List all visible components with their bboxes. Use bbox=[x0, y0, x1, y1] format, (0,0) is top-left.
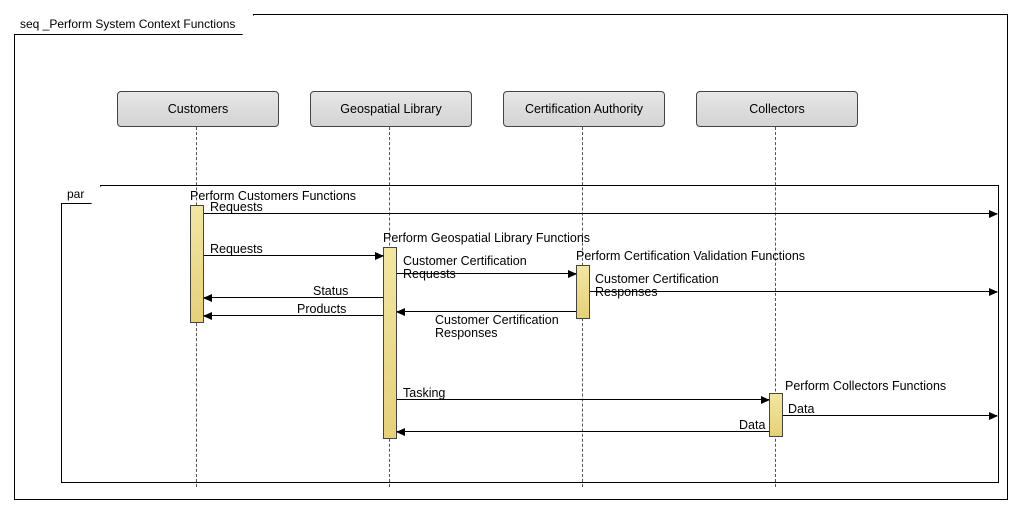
msg-label-cert-requests-1: Customer Certification bbox=[403, 254, 527, 268]
seq-frame-title: seq _Perform System Context Functions bbox=[14, 14, 254, 35]
activation-label-collectors: Perform Collectors Functions bbox=[785, 379, 946, 393]
msg-tasking bbox=[397, 399, 769, 400]
msg-label-requests-found: Requests bbox=[210, 200, 263, 214]
participant-geospatial-library: Geospatial Library bbox=[310, 91, 472, 127]
msg-label-requests-cust-geo: Requests bbox=[210, 242, 263, 256]
msg-label-cert-responses-out-2: Responses bbox=[595, 285, 658, 299]
msg-data-back bbox=[397, 431, 769, 432]
msg-cert-responses-back bbox=[397, 311, 576, 312]
msg-products bbox=[204, 315, 383, 316]
participant-customers: Customers bbox=[117, 91, 279, 127]
msg-label-cert-requests-2: Requests bbox=[403, 267, 456, 281]
msg-status bbox=[204, 297, 383, 298]
activation-customers bbox=[190, 205, 204, 323]
sequence-diagram-canvas: seq _Perform System Context Functions Cu… bbox=[0, 0, 1026, 515]
activation-geospatial-library bbox=[383, 247, 397, 439]
participant-certification-authority: Certification Authority bbox=[503, 91, 665, 127]
msg-label-products: Products bbox=[297, 302, 346, 316]
msg-label-status: Status bbox=[313, 284, 348, 298]
msg-requests-found bbox=[204, 213, 997, 214]
msg-label-cert-responses-out-1: Customer Certification bbox=[595, 272, 719, 286]
msg-data-out bbox=[783, 415, 997, 416]
activation-label-geospatial: Perform Geospatial Library Functions bbox=[383, 231, 590, 245]
participant-collectors: Collectors bbox=[696, 91, 858, 127]
par-frame-title: par bbox=[61, 185, 101, 204]
msg-label-data-back: Data bbox=[739, 418, 765, 432]
activation-collectors bbox=[769, 393, 783, 437]
activation-certification-authority bbox=[576, 265, 590, 319]
msg-label-tasking: Tasking bbox=[403, 386, 445, 400]
msg-label-cert-responses-back-2: Responses bbox=[435, 326, 498, 340]
activation-label-certification: Perform Certification Validation Functio… bbox=[576, 249, 805, 263]
msg-label-data-out: Data bbox=[788, 402, 814, 416]
msg-label-cert-responses-back-1: Customer Certification bbox=[435, 313, 559, 327]
seq-frame: seq _Perform System Context Functions Cu… bbox=[14, 14, 1008, 500]
